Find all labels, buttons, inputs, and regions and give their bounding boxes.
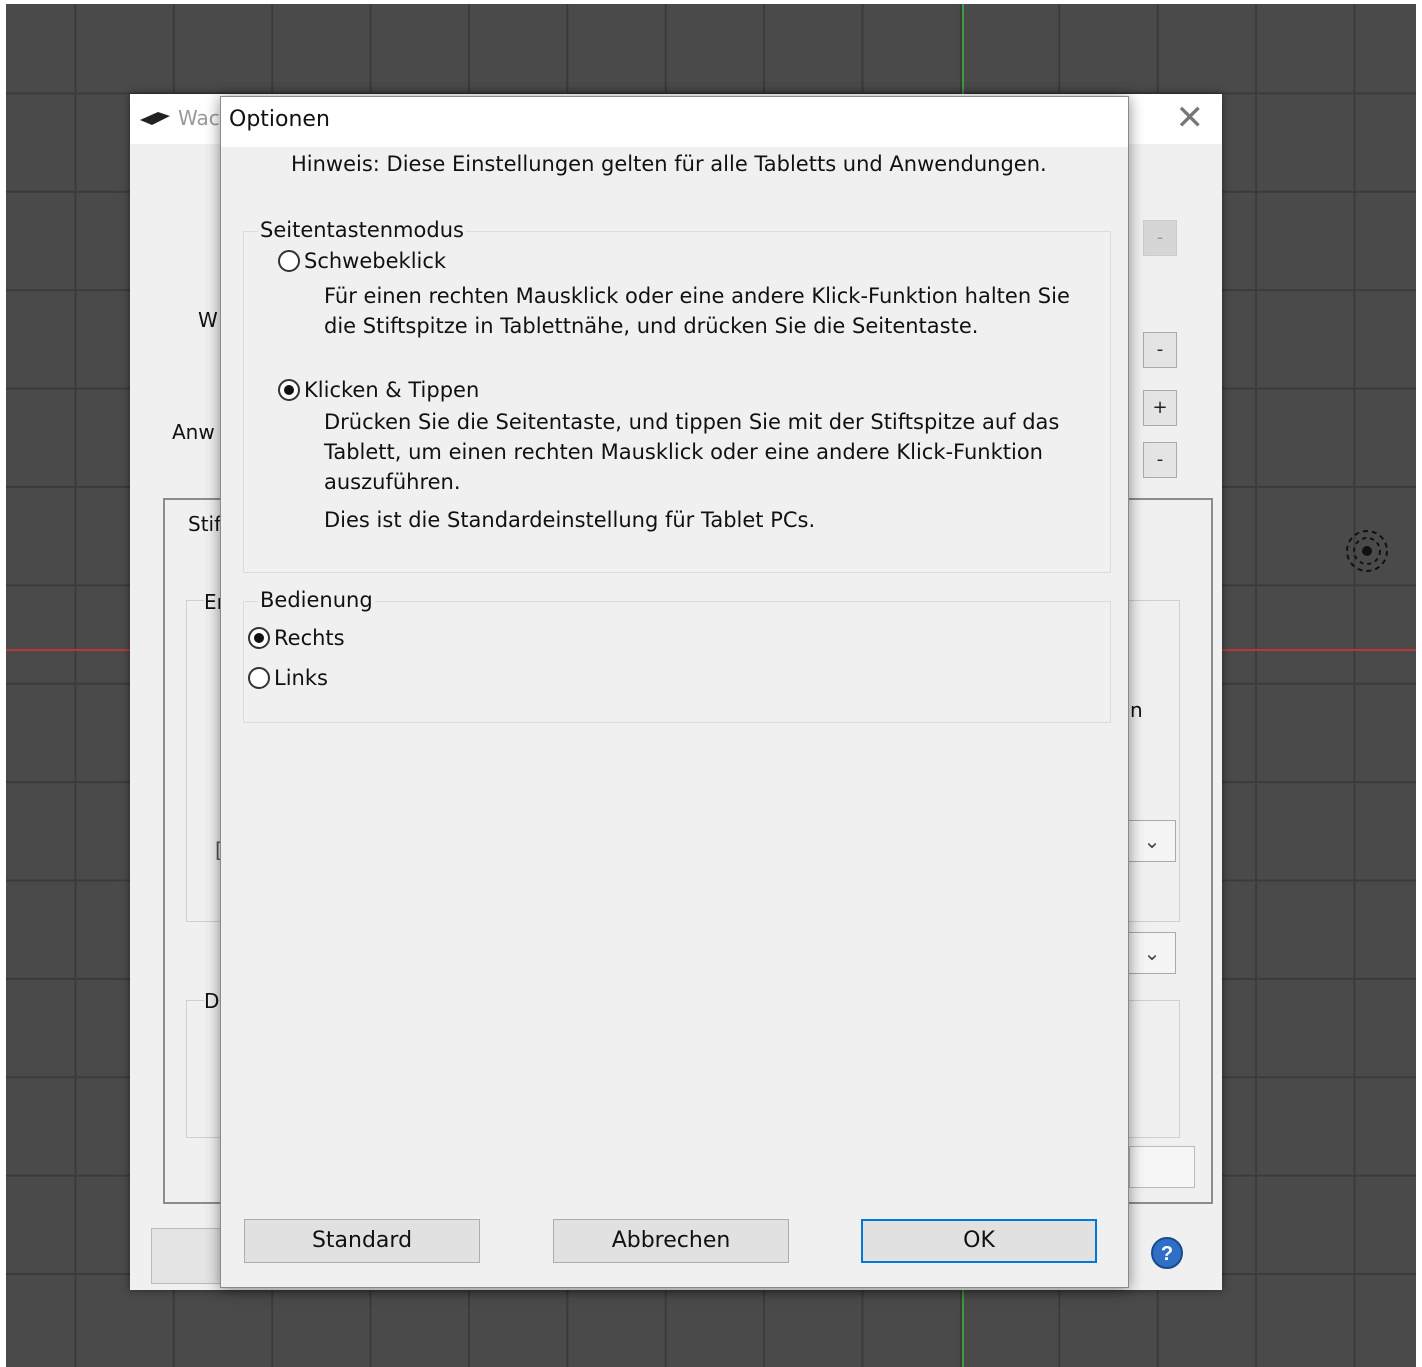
tab-stif[interactable]: Stif — [188, 512, 221, 536]
dropdown-2-chevron-down-icon[interactable]: ⌄ — [1128, 932, 1176, 974]
radio-click-tap-label: Klicken & Tippen — [304, 378, 480, 402]
ok-button[interactable]: OK — [861, 1219, 1097, 1263]
handedness-legend: Bedienung — [258, 588, 375, 612]
side-button-4[interactable]: - — [1143, 442, 1177, 478]
hover-click-desc-line: Für einen rechten Mausklick oder eine an… — [324, 284, 1070, 308]
wide-button[interactable] — [1129, 1146, 1195, 1188]
close-icon[interactable]: ✕ — [1176, 100, 1205, 136]
help-glyph: ? — [1161, 1243, 1173, 1265]
options-dialog: Optionen Hinweis: Diese Einstellungen ge… — [220, 96, 1129, 1288]
side-button-3[interactable]: + — [1143, 390, 1177, 426]
standard-button[interactable]: Standard — [244, 1219, 480, 1263]
click-tap-default-note: Dies ist die Standardeinstellung für Tab… — [324, 508, 816, 532]
handedness-group — [243, 601, 1111, 723]
radio-left-label: Links — [274, 666, 328, 690]
wacom-pen-icon — [140, 112, 170, 125]
label-w: W — [198, 308, 218, 332]
radio-left-handed[interactable]: Links — [248, 666, 328, 690]
radio-hover-click-label: Schwebeklick — [304, 249, 447, 273]
radio-left-circle[interactable] — [248, 667, 270, 689]
dropdown-1-chevron-down-icon[interactable]: ⌄ — [1128, 820, 1176, 862]
dialog-title-bar: Optionen — [221, 97, 1128, 147]
radio-right-handed[interactable]: Rechts — [248, 626, 345, 650]
hover-click-desc-line: die Stiftspitze in Tablettnähe, und drüc… — [324, 314, 979, 338]
side-button-mode-legend: Seitentastenmodus — [258, 218, 466, 242]
label-d: D — [204, 989, 220, 1013]
side-button-2[interactable]: - — [1143, 332, 1177, 368]
click-tap-desc-line: Tablett, um einen rechten Mausklick oder… — [324, 440, 1043, 464]
pen-cursor-icon — [1346, 530, 1388, 572]
hover-click-description: Für einen rechten Mausklick oder eine an… — [324, 281, 1070, 341]
radio-click-tap-circle[interactable] — [278, 379, 300, 401]
wacom-title: Wac — [178, 106, 220, 130]
cancel-button[interactable]: Abbrechen — [553, 1219, 789, 1263]
radio-right-label: Rechts — [274, 626, 345, 650]
label-n: n — [1130, 698, 1143, 722]
label-anw: Anw — [172, 420, 215, 444]
radio-click-tap[interactable]: Klicken & Tippen — [278, 378, 479, 402]
radio-right-circle[interactable] — [248, 627, 270, 649]
radio-hover-click-circle[interactable] — [278, 250, 300, 272]
hint-text: Hinweis: Diese Einstellungen gelten für … — [291, 152, 1047, 176]
click-tap-desc-line: auszuführen. — [324, 470, 461, 494]
radio-hover-click[interactable]: Schwebeklick — [278, 249, 446, 273]
help-icon[interactable]: ? — [1150, 1236, 1184, 1270]
dialog-title: Optionen — [229, 107, 330, 132]
click-tap-desc-line: Drücken Sie die Seitentaste, und tippen … — [324, 410, 1060, 434]
side-button-1[interactable]: - — [1143, 220, 1177, 256]
click-tap-description: Drücken Sie die Seitentaste, und tippen … — [324, 407, 1059, 535]
